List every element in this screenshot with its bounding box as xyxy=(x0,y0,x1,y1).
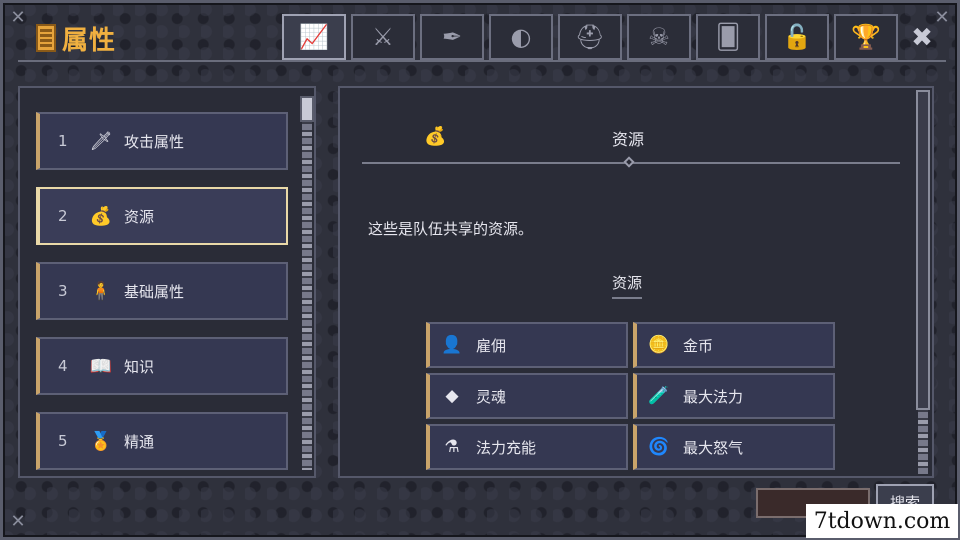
mercenary-icon: 👤 xyxy=(441,335,463,355)
mana-charge-icon: ⚗ xyxy=(444,437,460,457)
tab-abilities[interactable]: ✒ xyxy=(420,14,484,60)
person-icon: 🧍 xyxy=(89,280,113,302)
subsection-title: 资源 xyxy=(612,272,643,299)
category-item-attack[interactable]: 1 🗡 攻击属性 xyxy=(36,112,288,170)
category-label: 攻击属性 xyxy=(124,132,185,151)
resource-item-mana-charge[interactable]: ⚗ 法力充能 xyxy=(426,424,628,470)
resource-label: 最大法力 xyxy=(683,387,744,406)
resource-label: 最大怒气 xyxy=(683,438,744,457)
category-item-resources[interactable]: 2 💰 资源 xyxy=(36,187,288,245)
section-title: 资源 xyxy=(612,130,645,149)
resource-label: 金币 xyxy=(683,336,714,355)
resource-item-mercenary[interactable]: 👤 雇佣 xyxy=(426,322,628,368)
watermark: 7tdown.com xyxy=(806,504,958,538)
category-label: 基础属性 xyxy=(124,282,185,301)
unlock-icon: 🔓 xyxy=(782,23,812,51)
category-label: 精通 xyxy=(124,432,155,451)
sword-icon: 🗡 xyxy=(89,130,113,152)
resource-item-max-rage[interactable]: 🌀 最大怒气 xyxy=(633,424,835,470)
section-header: 💰 资源 xyxy=(362,118,900,168)
category-item-knowledge[interactable]: 4 📖 知识 xyxy=(36,337,288,395)
cards-icon: 🂠 xyxy=(715,23,741,51)
close-button[interactable]: ✖ xyxy=(902,20,942,56)
max-rage-icon: 🌀 xyxy=(648,437,670,457)
skull-icon: ☠ xyxy=(648,23,670,51)
stats-chart-icon: 📈 xyxy=(299,23,329,51)
soul-icon: ◆ xyxy=(445,386,459,406)
tab-bestiary[interactable]: ☠ xyxy=(627,14,691,60)
close-icon: ✖ xyxy=(911,23,933,53)
category-item-mastery[interactable]: 5 🏅 精通 xyxy=(36,412,288,470)
resources-icon: 💰 xyxy=(89,205,113,227)
detail-scrollbar-thumb[interactable] xyxy=(916,90,930,410)
gold-coin-icon: 🪙 xyxy=(648,335,670,355)
max-mana-icon: 🧪 xyxy=(648,386,670,406)
category-item-base-stats[interactable]: 3 🧍 基础属性 xyxy=(36,262,288,320)
tab-stats[interactable]: 📈 xyxy=(282,14,346,60)
detail-panel: 💰 资源 这些是队伍共享的资源。 资源 👤 雇佣 🪙 金币 ◆ 灵魂 🧪 最大法… xyxy=(338,86,934,478)
tab-combat[interactable]: ⚔ xyxy=(351,14,415,60)
helmet-icon: ⛑ xyxy=(574,23,606,51)
resource-item-gold[interactable]: 🪙 金币 xyxy=(633,322,835,368)
resource-label: 灵魂 xyxy=(476,387,507,406)
category-number: 4 xyxy=(58,357,68,375)
book-icon: 📖 xyxy=(89,355,113,377)
list-scrollbar-thumb[interactable] xyxy=(300,96,314,122)
feather-icon: ✒ xyxy=(441,23,463,51)
category-number: 1 xyxy=(58,132,68,150)
window-title: 属性 xyxy=(36,18,116,58)
resource-item-max-mana[interactable]: 🧪 最大法力 xyxy=(633,373,835,419)
resource-item-soul[interactable]: ◆ 灵魂 xyxy=(426,373,628,419)
medal-icon: 🏅 xyxy=(89,430,113,452)
corner-ornament: ✕ xyxy=(10,511,26,532)
category-number: 5 xyxy=(58,432,68,450)
divider-ornament xyxy=(623,156,635,168)
section-description: 这些是队伍共享的资源。 xyxy=(368,220,534,238)
resources-icon: 💰 xyxy=(424,126,447,147)
tab-trophies[interactable]: 🏆 xyxy=(834,14,898,60)
stats-book-icon xyxy=(36,24,56,52)
trophy-icon: 🏆 xyxy=(851,23,881,51)
tab-equipment[interactable]: ⛑ xyxy=(558,14,622,60)
tab-unlocks[interactable]: 🔓 xyxy=(765,14,829,60)
corner-ornament: ✕ xyxy=(10,7,26,28)
category-list: 1 🗡 攻击属性 2 💰 资源 3 🧍 基础属性 4 📖 知识 5 🏅 精通 xyxy=(18,86,316,478)
tab-bar: 📈 ⚔ ✒ ◐ ⛑ ☠ 🂠 🔓 🏆 xyxy=(282,14,898,60)
list-scrollbar-track[interactable] xyxy=(302,96,312,470)
tab-cards[interactable]: 🂠 xyxy=(696,14,760,60)
crossed-swords-icon: ⚔ xyxy=(372,23,394,51)
resource-label: 法力充能 xyxy=(476,438,537,457)
mask-icon: ◐ xyxy=(510,23,532,51)
title-divider xyxy=(18,60,946,62)
page-title: 属性 xyxy=(62,25,117,56)
category-label: 资源 xyxy=(124,207,155,226)
tab-mask[interactable]: ◐ xyxy=(489,14,553,60)
category-number: 3 xyxy=(58,282,68,300)
category-number: 2 xyxy=(58,207,68,225)
resource-label: 雇佣 xyxy=(476,336,507,355)
category-label: 知识 xyxy=(124,357,155,376)
